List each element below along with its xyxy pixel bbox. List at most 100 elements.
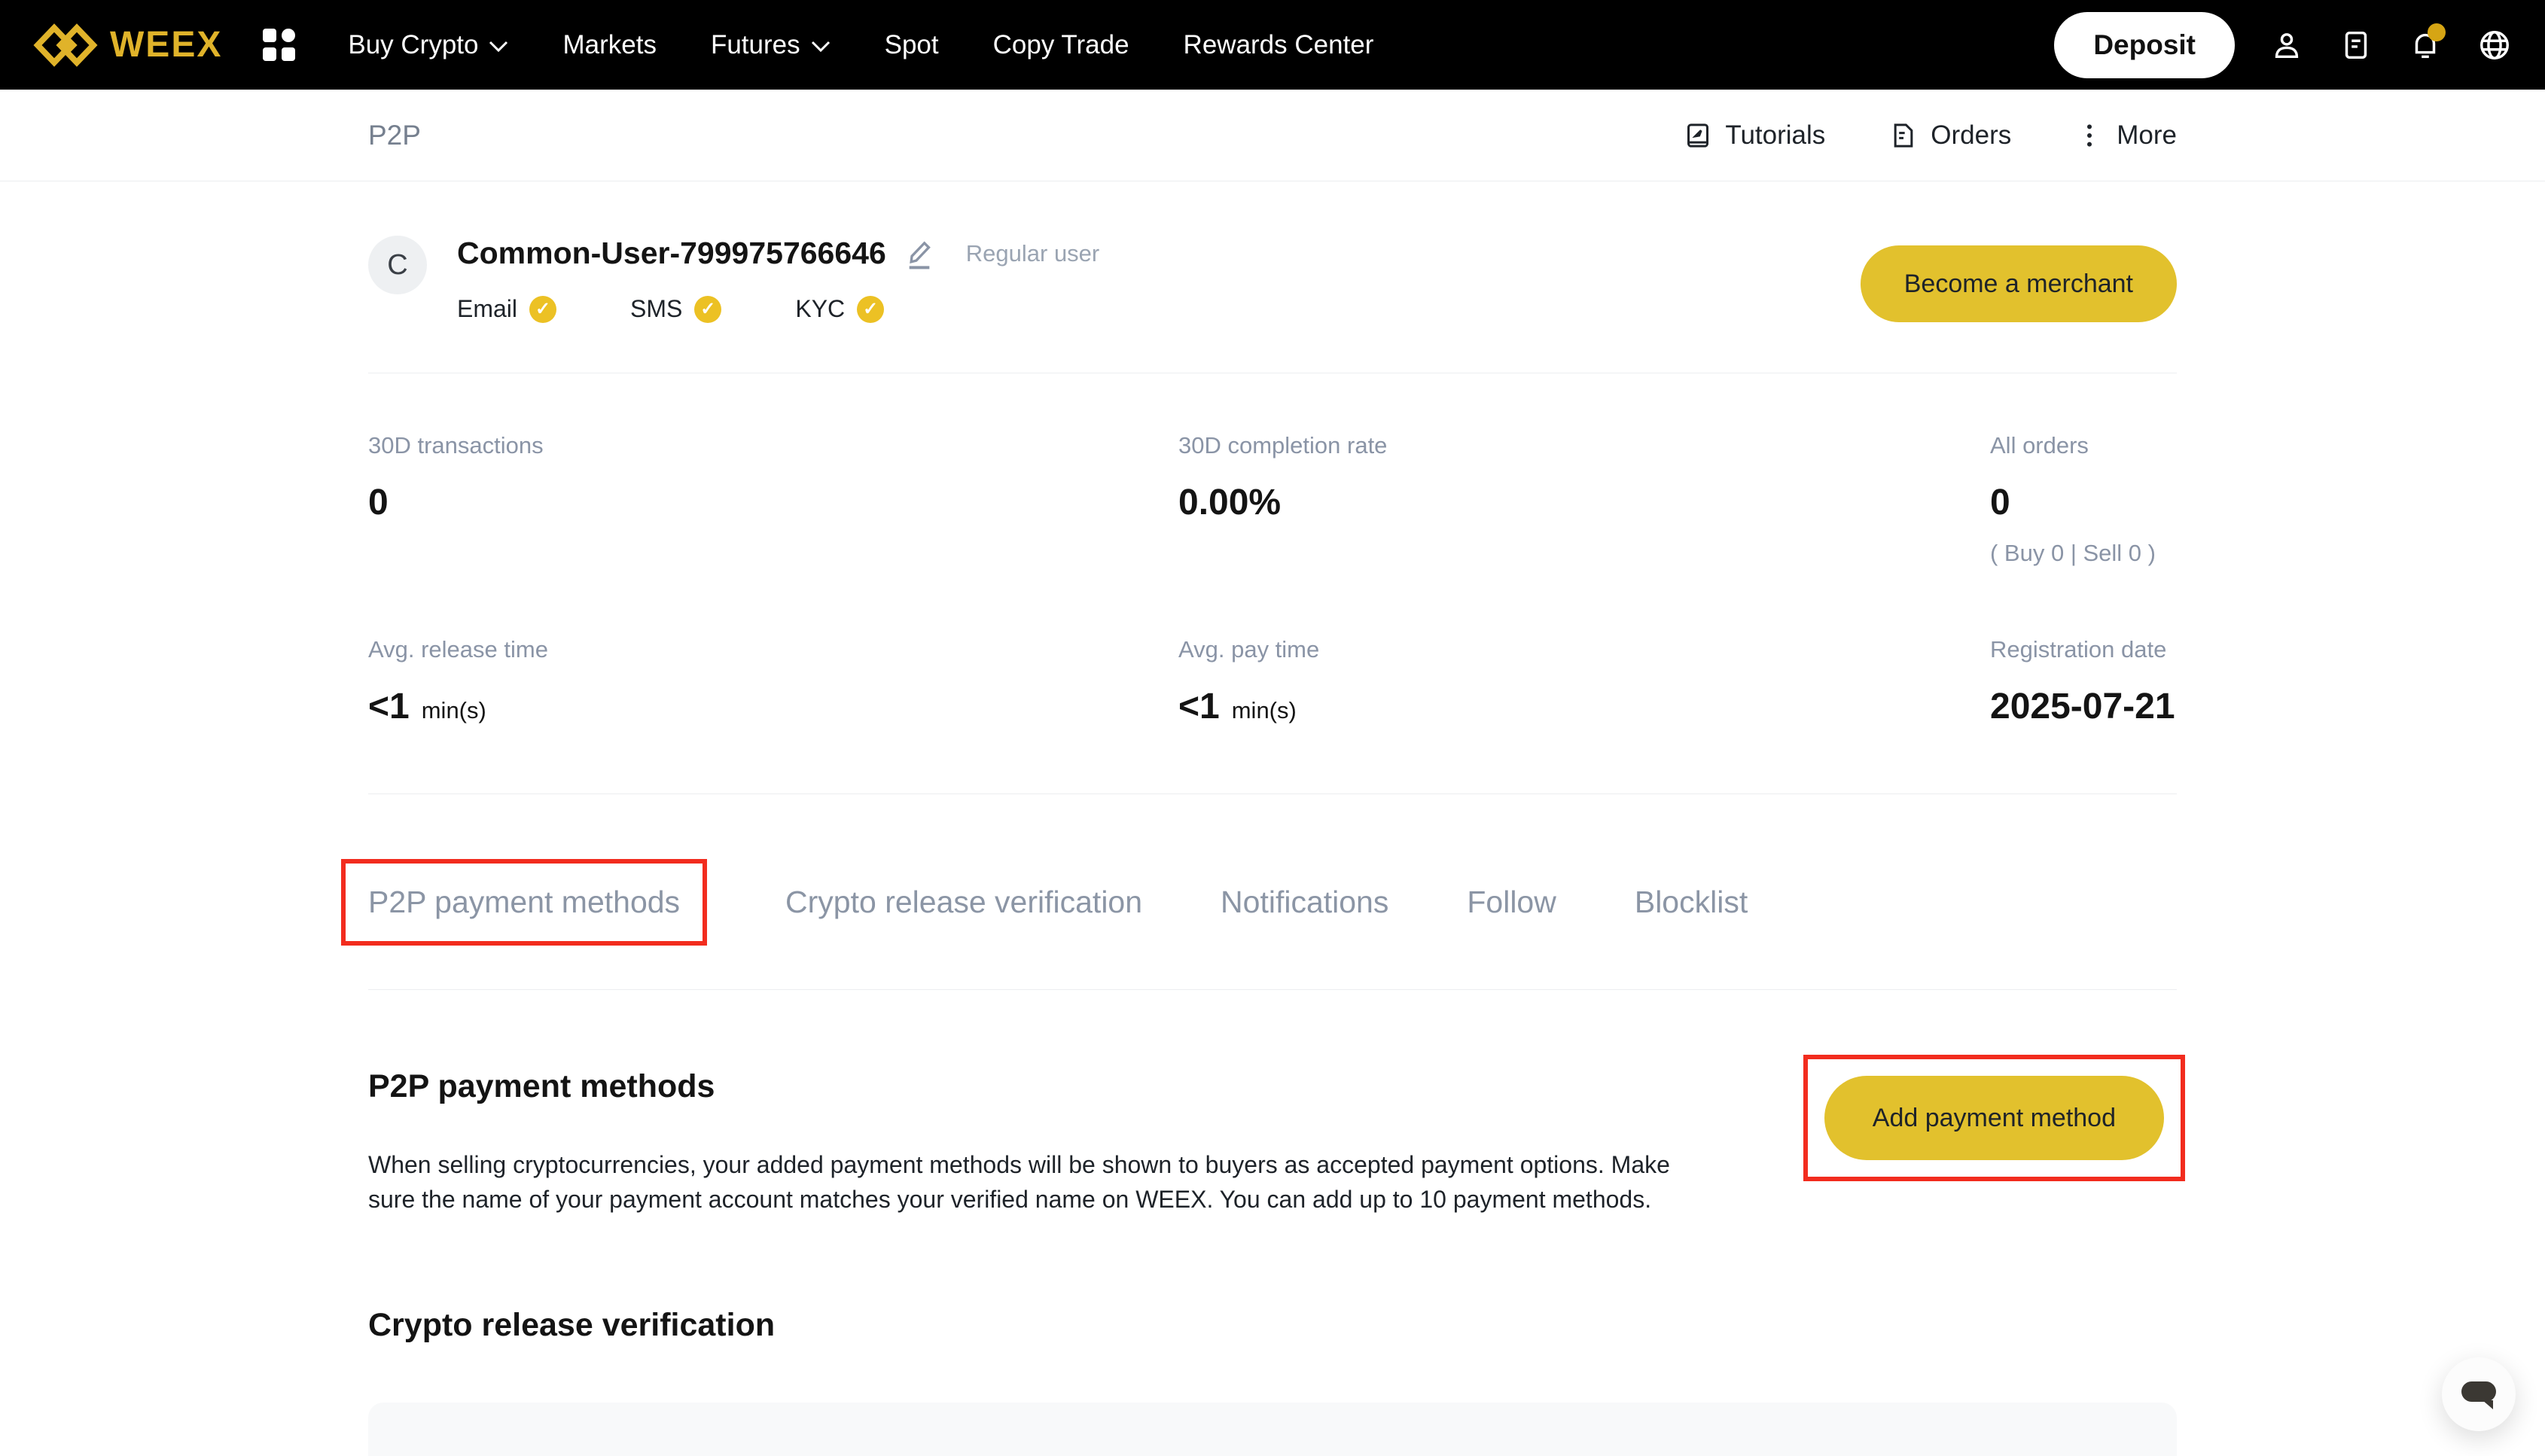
nav-item-label: Copy Trade [993,30,1129,60]
tutorials-label: Tutorials [1725,120,1825,151]
stat-number: 0 [368,482,389,523]
page-subheader: P2P Tutorials Orders More [0,90,2545,181]
tab-crypto-release-verification[interactable]: Crypto release verification [785,885,1142,920]
stat-label: Avg. release time [368,636,1178,663]
more-label: More [2117,120,2177,151]
stat-label: All orders [1990,432,2177,459]
weex-logo-icon [33,22,98,69]
stat-30d-completion-rate: 30D completion rate 0.00% [1178,432,1990,567]
profile-info: Common-User-799975766646 Regular user Em… [457,236,1099,323]
stat-number: 0.00% [1178,482,1281,523]
primary-nav: Buy Crypto Markets Futures Spot Copy Tra… [348,30,1373,60]
stat-number: 2025-07-21 [1990,686,2175,727]
tab-p2p-payment-methods[interactable]: P2P payment methods [368,885,680,919]
deposit-button[interactable]: Deposit [2054,12,2235,78]
stat-number: <1 [1178,686,1220,727]
release-verification-card: Verify each release Custom frequency Eve… [368,1403,2177,1456]
badge-email: Email ✓ [457,295,556,323]
stats-row-2: Avg. release time <1 min(s) Avg. pay tim… [368,567,2177,793]
stat-unit: min(s) [1232,697,1297,724]
stat-value: <1 min(s) [368,686,1178,727]
stat-number: <1 [368,686,410,727]
payment-methods-description: When selling cryptocurrencies, your adde… [368,1147,1716,1217]
order-history-icon[interactable] [2339,28,2373,62]
stat-registration-date: Registration date 2025-07-21 [1990,636,2177,727]
breadcrumb: P2P [368,120,421,151]
chevron-down-icon [811,41,831,53]
apps-grid-icon[interactable] [263,29,295,61]
badge-sms: SMS ✓ [630,295,721,323]
edit-nickname-icon[interactable] [904,237,934,270]
chat-support-button[interactable] [2442,1357,2516,1431]
weex-logo-text: WEEX [110,24,222,65]
topnav-right: Deposit [2054,12,2512,78]
apps-grid-cell [263,47,276,61]
orders-label: Orders [1931,120,2011,151]
stat-label: 30D transactions [368,432,1178,459]
badge-label: KYC [795,295,845,323]
stat-value: 0 [368,482,1178,523]
more-menu[interactable]: More [2074,120,2177,151]
stat-label: Registration date [1990,636,2177,663]
chevron-down-icon [489,41,508,53]
nav-item-label: Rewards Center [1184,30,1374,60]
globe-icon[interactable] [2477,28,2512,62]
nav-item-label: Futures [711,30,800,60]
orders-doc-icon [1888,120,1919,151]
nav-item-label: Buy Crypto [348,30,478,60]
stat-buy-sell-breakdown: ( Buy 0 | Sell 0 ) [1990,540,2177,567]
release-verification-title: Crypto release verification [368,1307,2177,1344]
verification-badges: Email ✓ SMS ✓ KYC ✓ [457,295,1099,323]
nav-item-spot[interactable]: Spot [885,30,939,60]
become-merchant-button[interactable]: Become a merchant [1861,245,2177,322]
payment-methods-section: P2P payment methods When selling cryptoc… [368,990,2177,1456]
stat-avg-pay-time: Avg. pay time <1 min(s) [1178,636,1990,727]
check-icon: ✓ [694,296,721,323]
add-payment-method-button[interactable]: Add payment method [1824,1076,2164,1160]
weex-logo[interactable]: WEEX [33,22,222,69]
user-type-label: Regular user [966,240,1099,267]
annotation-red-box-tab: P2P payment methods [341,859,707,946]
tab-follow[interactable]: Follow [1467,885,1556,920]
check-icon: ✓ [529,296,556,323]
stat-unit: min(s) [422,697,486,724]
stats-row-1: 30D transactions 0 30D completion rate 0… [368,373,2177,567]
badge-label: SMS [630,295,682,323]
stat-number: 0 [1990,482,2010,523]
user-icon[interactable] [2269,28,2304,62]
check-icon: ✓ [857,296,884,323]
nav-item-buy-crypto[interactable]: Buy Crypto [348,30,508,60]
stat-value: <1 min(s) [1178,686,1990,727]
annotation-red-box-add-button: Add payment method [1803,1055,2185,1181]
nav-item-copy-trade[interactable]: Copy Trade [993,30,1129,60]
tab-notifications[interactable]: Notifications [1221,885,1388,920]
apps-grid-cell [282,47,295,61]
vertical-dots-icon [2074,120,2105,151]
stat-label: 30D completion rate [1178,432,1990,459]
main-content: C Common-User-799975766646 Regular user … [368,181,2177,1456]
tab-blocklist[interactable]: Blocklist [1635,885,1748,920]
orders-link[interactable]: Orders [1888,120,2011,151]
stat-value: 0 [1990,482,2177,523]
chat-bubble-icon [2461,1381,2496,1402]
stat-avg-release-time: Avg. release time <1 min(s) [368,636,1178,727]
badge-label: Email [457,295,517,323]
profile-tabs: P2P payment methods Crypto release verif… [368,794,2177,920]
tutorials-book-icon [1683,120,1713,151]
stat-all-orders: All orders 0 ( Buy 0 | Sell 0 ) [1990,432,2177,567]
nav-item-markets[interactable]: Markets [562,30,656,60]
stat-30d-transactions: 30D transactions 0 [368,432,1178,567]
stat-label: Avg. pay time [1178,636,1990,663]
badge-kyc: KYC ✓ [795,295,884,323]
bell-icon[interactable] [2408,28,2443,62]
nav-item-label: Spot [885,30,939,60]
nav-item-futures[interactable]: Futures [711,30,831,60]
tutorials-link[interactable]: Tutorials [1683,120,1825,151]
top-navigation: WEEX Buy Crypto Markets Futures Spot Cop… [0,0,2545,90]
apps-grid-cell [263,29,276,42]
profile-section: C Common-User-799975766646 Regular user … [368,181,2177,323]
stat-value: 0.00% [1178,482,1990,523]
subheader-actions: Tutorials Orders More [1683,120,2177,151]
nav-item-rewards-center[interactable]: Rewards Center [1184,30,1374,60]
stat-value: 2025-07-21 [1990,686,2177,727]
